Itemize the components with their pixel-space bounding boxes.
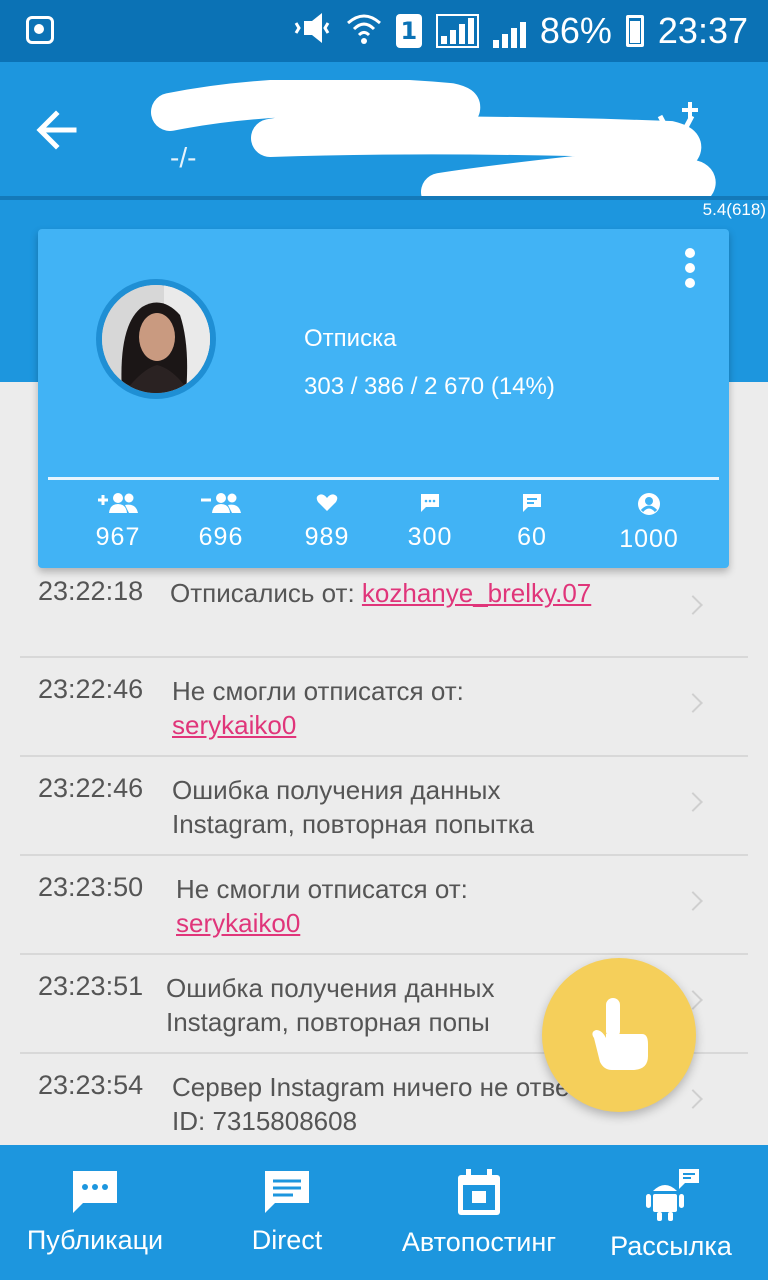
log-row[interactable]: 23:22:18 Отписались от: kozhanye_brelky.…: [20, 560, 748, 658]
log-text: Сервер Instagram ничего не ответил ID: 7…: [172, 1072, 611, 1136]
log-time: 23:22:46: [38, 773, 144, 803]
log-row[interactable]: 23:22:46 Ошибка получения данных Instagr…: [20, 757, 748, 856]
log-text: Отписались от:: [170, 578, 355, 608]
counter-accounts: 1000: [589, 485, 709, 554]
username-link[interactable]: serykaiko0: [176, 908, 300, 938]
username-link[interactable]: serykaiko0: [172, 710, 296, 740]
tap-action-button[interactable]: [542, 958, 696, 1112]
calendar-icon: [458, 1169, 500, 1215]
wifi-icon: [346, 11, 382, 51]
log-text: Не смогли отписатся от:: [172, 676, 464, 706]
log-message: Ошибка получения данных Instagram, повто…: [172, 773, 612, 841]
log-message: Не смогли отписатся от: serykaiko0: [172, 674, 632, 742]
more-vert-icon[interactable]: [680, 245, 700, 293]
username-link[interactable]: kozhanye_brelky.07: [362, 578, 591, 608]
nav-label: Рассылка: [610, 1231, 732, 1261]
unfollow-remove-icon: [201, 493, 241, 513]
clock: 23:37: [657, 10, 748, 51]
log-message: Ошибка получения данных Instagram, повто…: [166, 971, 606, 1039]
counter-follow: 967: [58, 485, 178, 552]
app-bar: -/-: [0, 62, 768, 200]
publications-chat-icon: [73, 1171, 117, 1213]
log-row[interactable]: 23:22:46 Не смогли отписатся от: serykai…: [20, 658, 748, 757]
log-text: Ошибка получения данных Instagram, повто…: [172, 775, 535, 839]
nav-label: Автопостинг: [401, 1227, 557, 1257]
battery-percent: 86%: [539, 10, 612, 51]
heart-icon: [316, 494, 338, 511]
nav-publications[interactable]: Публикаци: [10, 1145, 180, 1280]
counter-value: 967: [95, 523, 141, 551]
bottom-navigation: Публикаци Direct Автопостинг Рассылка: [0, 1145, 768, 1280]
avatar[interactable]: [96, 279, 216, 399]
mute-vibrate-icon: [292, 11, 332, 51]
direct-message-icon: [265, 1171, 309, 1213]
counter-direct: 60: [472, 485, 592, 552]
follow-add-icon: [98, 493, 138, 513]
counter-likes: 989: [267, 485, 387, 552]
counter-value: 696: [198, 523, 244, 551]
log-time: 23:23:50: [38, 872, 144, 902]
log-time: 23:22:46: [38, 674, 144, 704]
signal-icon: [492, 14, 526, 48]
log-message: Отписались от: kozhanye_brelky.07: [170, 576, 630, 610]
signal-icon: [435, 14, 479, 48]
task-label: Отписка: [304, 325, 397, 352]
log-text: Не смогли отписатся от:: [176, 874, 468, 904]
arrow-back-icon: [36, 110, 77, 150]
redacted-title-scribble: [151, 80, 716, 200]
battery-icon: [625, 15, 644, 47]
log-message: Не смогли отписатся от: serykaiko0: [176, 872, 636, 940]
profile-photo: [102, 285, 210, 393]
chevron-right-icon: [683, 891, 703, 911]
account-subtitle: -/-: [170, 142, 197, 173]
counter-value: 989: [304, 523, 350, 551]
instagram-icon: [26, 16, 54, 44]
direct-message-icon: [523, 494, 541, 512]
task-stats: 303 / 386 / 2 670 (14%): [304, 373, 555, 400]
android-message-icon: [646, 1169, 699, 1221]
avatar-photo: [102, 285, 210, 393]
chevron-right-icon: [683, 595, 703, 615]
counter-value: 60: [517, 523, 547, 551]
hand-pointer-icon: [592, 998, 648, 1070]
chevron-right-icon: [683, 693, 703, 713]
account-card[interactable]: Отписка 303 / 386 / 2 670 (14%) 967 696 …: [38, 229, 729, 568]
header-divider: [0, 196, 768, 200]
nav-label: Публикаци: [26, 1225, 164, 1255]
log-message: Сервер Instagram ничего не ответил ID: 7…: [172, 1070, 612, 1138]
app-version: 5.4(618): [702, 200, 766, 219]
nav-mailing[interactable]: Рассылка: [600, 1145, 742, 1280]
log-text: Ошибка получения данных Instagram, повто…: [166, 973, 495, 1037]
back-button[interactable]: [30, 102, 86, 158]
account-icon: [638, 493, 660, 515]
comment-icon: [421, 494, 439, 512]
counters-row: 967 696 989 300 60 1000: [48, 485, 719, 565]
card-divider: [48, 477, 719, 480]
chevron-right-icon: [683, 792, 703, 812]
chevron-right-icon: [683, 1089, 703, 1109]
nav-label: Direct: [251, 1225, 323, 1255]
log-row[interactable]: 23:23:50 Не смогли отписатся от: serykai…: [20, 856, 748, 955]
counter-value: 1000: [619, 525, 679, 553]
log-time: 23:23:51: [38, 971, 144, 1001]
log-time: 23:23:54: [38, 1070, 144, 1100]
sim-icon: 1: [395, 14, 422, 48]
log-time: 23:22:18: [38, 576, 144, 606]
nav-direct[interactable]: Direct: [212, 1145, 362, 1280]
nav-autoposting[interactable]: Автопостинг: [388, 1145, 570, 1280]
status-bar: 1 86% 23:37: [0, 0, 768, 62]
counter-unfollow: 696: [161, 485, 281, 552]
